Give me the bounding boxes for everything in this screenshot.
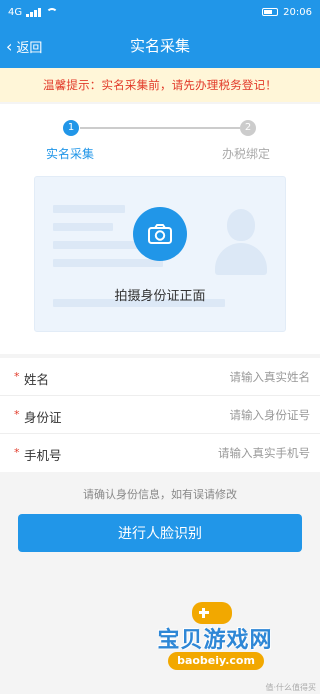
watermark-url: baobeiy.com — [168, 652, 264, 670]
back-label: 返回 — [16, 40, 43, 56]
notice-banner: 温馨提示：实名采集前，请先办理税务登记！ — [0, 68, 320, 102]
identity-form: * 姓名 * 身份证 * 手机号 — [0, 358, 320, 472]
phone-label: 手机号 — [24, 448, 62, 463]
required-mark: * — [14, 408, 20, 421]
step-indicator: 1 2 实名采集 办税绑定 — [0, 104, 320, 166]
id-placeholder-line — [53, 223, 113, 231]
chevron-left-icon: ‹ — [6, 36, 13, 56]
name-input[interactable] — [130, 364, 310, 390]
id-number-row: * 身份证 — [0, 396, 320, 434]
status-bar: 4G 20:06 — [0, 0, 320, 24]
status-right: 20:06 — [262, 7, 312, 18]
status-left: 4G — [8, 6, 59, 18]
confirm-hint: 请确认身份信息，如有误请修改 — [83, 488, 237, 501]
gamepad-icon — [192, 602, 232, 624]
step-2-label: 办税绑定 — [222, 147, 271, 161]
camera-icon — [148, 224, 172, 244]
portrait-silhouette-icon — [215, 207, 267, 275]
watermark-title: 宝贝游戏网 — [157, 628, 273, 653]
step-connector — [80, 127, 240, 129]
status-time: 20:06 — [283, 6, 312, 18]
network-label: 4G — [8, 6, 23, 18]
watermark-corner: 值·什么值得买 — [265, 683, 316, 692]
name-label: 姓名 — [24, 372, 50, 387]
watermark: 宝贝游戏网 baobeiy.com 值·什么值得买 — [150, 602, 320, 694]
back-button[interactable]: ‹ 返回 — [6, 24, 42, 68]
signal-icon — [26, 7, 42, 17]
id-capture-hint: 拍摄身份证正面 — [114, 289, 206, 304]
phone-input[interactable] — [130, 440, 310, 466]
step-1-label: 实名采集 — [46, 147, 95, 161]
id-placeholder-line — [53, 205, 125, 213]
id-placeholder-line — [53, 259, 163, 267]
id-placeholder-line — [53, 241, 143, 249]
id-number-label: 身份证 — [24, 410, 62, 425]
nav-bar: ‹ 返回 实名采集 — [0, 24, 320, 68]
name-row: * 姓名 — [0, 358, 320, 396]
camera-button[interactable] — [133, 207, 187, 261]
battery-icon — [262, 8, 279, 16]
face-recognition-button[interactable]: 进行人脸识别 — [18, 514, 302, 552]
capture-card: 1 2 实名采集 办税绑定 拍摄身份证正面 — [0, 104, 320, 354]
wifi-icon — [46, 7, 59, 17]
id-number-input[interactable] — [130, 402, 310, 428]
page-title: 实名采集 — [129, 37, 190, 55]
id-card-capture-area[interactable]: 拍摄身份证正面 — [34, 176, 286, 332]
step-1-dot: 1 — [63, 120, 79, 136]
required-mark: * — [14, 446, 20, 459]
required-mark: * — [14, 370, 20, 383]
phone-row: * 手机号 — [0, 434, 320, 472]
step-2-dot: 2 — [240, 120, 256, 136]
